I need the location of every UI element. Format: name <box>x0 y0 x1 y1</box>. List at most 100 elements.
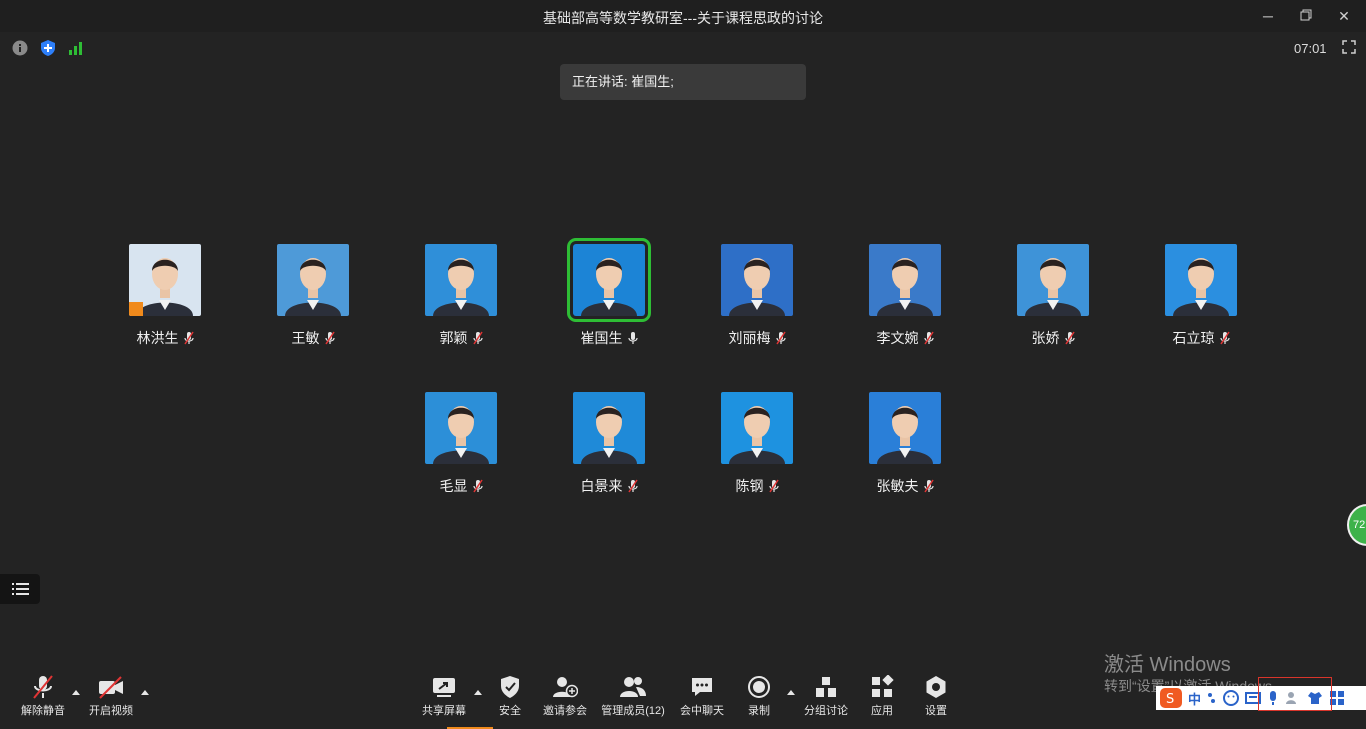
participant-tile[interactable]: 刘丽梅 <box>683 244 831 348</box>
avatar-photo <box>277 244 349 316</box>
add-user-icon <box>553 677 578 698</box>
list-icon <box>12 583 29 595</box>
participant-name-row: 郭颖 <box>387 328 535 348</box>
participant-tile[interactable]: 张娇 <box>979 244 1127 348</box>
participant-name-row: 刘丽梅 <box>683 328 831 348</box>
avatar-photo <box>425 392 497 464</box>
participant-tile[interactable]: 石立琼 <box>1127 244 1275 348</box>
participant-avatar <box>721 392 793 464</box>
participant-avatar <box>425 392 497 464</box>
participant-tile[interactable]: 陈钢 <box>683 392 831 496</box>
participant-name: 王敏 <box>291 330 320 346</box>
participant-name-row: 王敏 <box>239 328 387 348</box>
manage-participants-label: 管理成员(12) <box>601 705 665 717</box>
download-badge-icon <box>129 302 143 316</box>
participant-name-row: 张娇 <box>979 328 1127 348</box>
security-shield-icon[interactable] <box>40 40 56 56</box>
participant-tile[interactable]: 崔国生 <box>535 238 683 348</box>
start-video-label: 开启视频 <box>89 705 133 717</box>
participant-name-row: 白景来 <box>535 476 683 496</box>
participant-name: 张娇 <box>1031 330 1060 346</box>
info-icon[interactable] <box>12 40 28 56</box>
participant-name: 白景来 <box>580 478 623 494</box>
punctuation-icon[interactable] <box>1207 691 1217 705</box>
participant-name: 陈钢 <box>735 478 764 494</box>
participant-tile[interactable]: 王敏 <box>239 244 387 348</box>
record-button[interactable]: 录制 <box>727 672 791 718</box>
settings-label: 设置 <box>925 705 947 717</box>
emoji-icon[interactable] <box>1223 690 1240 706</box>
settings-button[interactable]: 设置 <box>904 672 968 718</box>
svg-text:S: S <box>1166 692 1174 707</box>
participant-name: 林洪生 <box>136 330 179 346</box>
participant-name: 崔国生 <box>580 330 623 346</box>
participant-name-row: 李文婉 <box>831 328 979 348</box>
participant-avatar <box>721 244 793 316</box>
signal-strength-icon[interactable] <box>68 40 84 56</box>
mic-muted-icon <box>183 331 194 345</box>
avatar-photo <box>721 244 793 316</box>
avatar-photo <box>425 244 497 316</box>
participant-avatar <box>425 244 497 316</box>
meeting-title: 基础部高等数学教研室---关于课程思政的讨论 <box>543 10 823 26</box>
participant-tile[interactable]: 李文婉 <box>831 244 979 348</box>
breakout-rooms-button[interactable]: 分组讨论 <box>794 672 858 718</box>
participant-tile[interactable]: 郭颖 <box>387 244 535 348</box>
participant-avatar <box>573 392 645 464</box>
breakout-rooms-label: 分组讨论 <box>804 705 848 717</box>
record-label: 录制 <box>748 705 770 717</box>
invite-button[interactable]: 邀请参会 <box>533 672 597 718</box>
active-speaker-banner: 正在讲话: 崔国生; <box>560 64 806 100</box>
avatar-photo <box>869 392 941 464</box>
participant-name: 毛显 <box>439 478 468 494</box>
participant-name: 石立琼 <box>1172 330 1215 346</box>
avatar-photo <box>1017 244 1089 316</box>
breakout-rooms-icon <box>816 677 836 697</box>
participant-avatar <box>277 244 349 316</box>
mic-muted-icon <box>33 675 53 699</box>
minimize-icon[interactable]: ─ <box>1254 6 1282 26</box>
floating-badge[interactable]: 72 <box>1347 504 1366 546</box>
participant-tile[interactable]: 林洪生 <box>91 244 239 348</box>
participant-name-row: 石立琼 <box>1127 328 1275 348</box>
mic-muted-icon <box>472 479 483 493</box>
avatar-photo <box>721 392 793 464</box>
mic-muted-icon <box>1219 331 1230 345</box>
participant-avatar <box>869 244 941 316</box>
mic-on-icon <box>627 332 638 344</box>
ime-language-indicator[interactable]: 中 <box>1188 689 1201 708</box>
fullscreen-icon[interactable] <box>1342 40 1356 54</box>
close-icon[interactable]: ✕ <box>1330 6 1358 26</box>
participant-name: 刘丽梅 <box>728 330 771 346</box>
participant-avatar <box>1165 244 1237 316</box>
share-screen-button[interactable]: 共享屏幕 <box>412 672 476 718</box>
mic-muted-icon <box>1064 331 1075 345</box>
start-video-button[interactable]: 开启视频 <box>79 672 143 718</box>
restore-icon[interactable] <box>1292 6 1320 26</box>
participant-name: 李文婉 <box>876 330 919 346</box>
participant-avatar <box>869 392 941 464</box>
participant-name-row: 张敏夫 <box>831 476 979 496</box>
avatar-photo <box>573 244 645 316</box>
mic-muted-icon <box>775 331 786 345</box>
activation-watermark-title: 激活 Windows <box>1104 654 1231 676</box>
mic-muted-icon <box>472 331 483 345</box>
shield-check-icon <box>501 676 519 698</box>
manage-participants-button[interactable]: 管理成员(12) <box>593 672 673 718</box>
participant-tile[interactable]: 白景来 <box>535 392 683 496</box>
avatar-photo <box>869 244 941 316</box>
participant-name-row: 陈钢 <box>683 476 831 496</box>
apps-icon <box>872 675 894 697</box>
participant-list-toggle[interactable] <box>0 574 40 604</box>
video-options-caret-icon[interactable] <box>140 688 150 696</box>
mic-muted-icon <box>627 479 638 493</box>
record-icon <box>748 676 770 698</box>
unmute-label: 解除静音 <box>21 705 65 717</box>
participant-tile[interactable]: 张敏夫 <box>831 392 979 496</box>
participant-tile[interactable]: 毛显 <box>387 392 535 496</box>
meeting-timer: 07:01 <box>1294 41 1327 56</box>
share-screen-icon <box>433 678 455 697</box>
unmute-button[interactable]: 解除静音 <box>11 672 75 718</box>
chat-button[interactable]: 会中聊天 <box>670 672 734 718</box>
participant-name: 郭颖 <box>439 330 468 346</box>
